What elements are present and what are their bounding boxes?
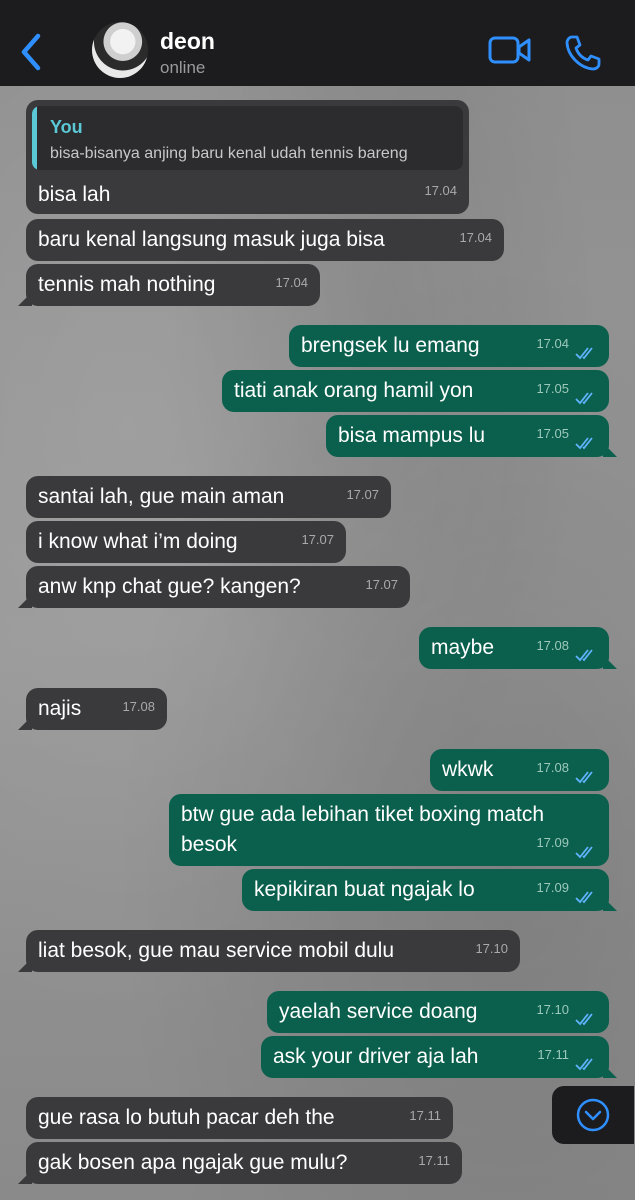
message-text: gak bosen apa ngajak gue mulu? xyxy=(38,1151,348,1174)
message-bubble-outgoing[interactable]: maybe 17.08 xyxy=(419,627,617,669)
read-ticks-icon xyxy=(575,347,593,360)
message-text: gue rasa lo butuh pacar deh the xyxy=(38,1106,335,1129)
read-ticks-icon xyxy=(575,891,593,904)
message-bubble-incoming[interactable]: gak bosen apa ngajak gue mulu? 17.11 xyxy=(18,1142,462,1184)
message-text: anw knp chat gue? kangen? xyxy=(38,575,301,598)
message-bubble-incoming[interactable]: najis 17.08 xyxy=(18,688,167,730)
message-text: btw gue ada lebihan tiket boxing match b… xyxy=(181,803,545,856)
message-time: 17.04 xyxy=(459,230,492,245)
scroll-to-bottom-button[interactable] xyxy=(552,1086,634,1144)
message-bubble-incoming[interactable]: santai lah, gue main aman 17.07 xyxy=(26,476,391,518)
message-time: 17.10 xyxy=(475,941,508,956)
message-bubble-outgoing[interactable]: btw gue ada lebihan tiket boxing match b… xyxy=(169,794,609,866)
message-time: 17.11 xyxy=(537,1047,569,1062)
bubble-tail xyxy=(603,897,617,911)
message-bubble-outgoing[interactable]: tiati anak orang hamil yon 17.05 xyxy=(222,370,609,412)
video-call-icon[interactable] xyxy=(488,34,532,66)
message-time: 17.07 xyxy=(365,577,398,592)
contact-status: online xyxy=(160,58,206,77)
message-time: 17.11 xyxy=(418,1153,450,1168)
bubble-tail xyxy=(18,594,32,608)
contact-name[interactable]: deon xyxy=(160,28,215,55)
message-time: 17.09 xyxy=(536,880,569,895)
message-time: 17.05 xyxy=(536,381,569,396)
message-text: i know what i’m doing xyxy=(38,530,238,553)
quote-author: You xyxy=(50,117,83,137)
message-text: baru kenal langsung masuk juga bisa xyxy=(38,228,385,251)
message-bubble-outgoing[interactable]: ask your driver aja lah 17.11 xyxy=(261,1036,617,1078)
message-text: maybe xyxy=(431,636,495,659)
message-bubble-outgoing[interactable]: brengsek lu emang 17.04 xyxy=(289,325,609,367)
message-bubble-outgoing[interactable]: wkwk 17.08 xyxy=(430,749,609,791)
message-bubble-incoming[interactable]: You bisa-bisanya anjing baru kenal udah … xyxy=(26,100,469,214)
message-time: 17.07 xyxy=(346,487,379,502)
message-time: 17.05 xyxy=(536,426,569,441)
message-bubble-incoming[interactable]: anw knp chat gue? kangen? 17.07 xyxy=(18,566,410,608)
message-text: bisa lah xyxy=(38,183,111,206)
quoted-reply[interactable]: You bisa-bisanya anjing baru kenal udah … xyxy=(32,106,463,170)
bubble-tail xyxy=(18,716,32,730)
message-bubble-incoming[interactable]: gue rasa lo butuh pacar deh the 17.11 xyxy=(26,1097,453,1139)
message-time: 17.11 xyxy=(409,1108,441,1123)
message-time: 17.08 xyxy=(536,760,569,775)
chevron-down-circle-icon xyxy=(576,1098,610,1132)
message-time: 17.08 xyxy=(122,699,155,714)
bubble-tail xyxy=(18,958,32,972)
bubble-tail xyxy=(603,443,617,457)
message-time: 17.07 xyxy=(301,532,334,547)
message-text: wkwk xyxy=(442,758,494,781)
read-ticks-icon xyxy=(575,649,593,662)
message-bubble-incoming[interactable]: liat besok, gue mau service mobil dulu 1… xyxy=(18,930,520,972)
chat-header: deon online xyxy=(0,0,635,86)
message-time: 17.04 xyxy=(275,275,308,290)
message-bubble-outgoing[interactable]: bisa mampus lu 17.05 xyxy=(326,415,617,457)
phone-call-icon[interactable] xyxy=(564,34,602,72)
message-bubble-incoming[interactable]: baru kenal langsung masuk juga bisa 17.0… xyxy=(26,219,504,261)
quote-accent-bar xyxy=(32,106,37,170)
message-time: 17.04 xyxy=(536,336,569,351)
message-bubble-outgoing[interactable]: yaelah service doang 17.10 xyxy=(267,991,609,1033)
message-time: 17.10 xyxy=(536,1002,569,1017)
message-text: tennis mah nothing xyxy=(38,273,216,296)
message-bubble-incoming[interactable]: i know what i’m doing 17.07 xyxy=(26,521,346,563)
bubble-tail xyxy=(603,1064,617,1078)
bubble-tail xyxy=(18,1170,32,1184)
read-ticks-icon xyxy=(575,392,593,405)
message-bubble-incoming[interactable]: tennis mah nothing 17.04 xyxy=(18,264,320,306)
quote-text: bisa-bisanya anjing baru kenal udah tenn… xyxy=(50,145,408,162)
message-time: 17.09 xyxy=(536,835,569,850)
avatar[interactable] xyxy=(92,22,148,78)
message-time: 17.04 xyxy=(424,183,457,198)
back-chevron-icon[interactable] xyxy=(16,32,46,72)
bubble-tail xyxy=(603,655,617,669)
bubble-tail xyxy=(18,292,32,306)
read-ticks-icon xyxy=(575,1058,593,1071)
message-bubble-outgoing[interactable]: kepikiran buat ngajak lo 17.09 xyxy=(242,869,617,911)
read-ticks-icon xyxy=(575,771,593,784)
read-ticks-icon xyxy=(575,1013,593,1026)
message-time: 17.08 xyxy=(536,638,569,653)
message-text: liat besok, gue mau service mobil dulu xyxy=(38,939,395,962)
read-ticks-icon xyxy=(575,437,593,450)
read-ticks-icon xyxy=(575,846,593,859)
message-text: santai lah, gue main aman xyxy=(38,485,285,508)
